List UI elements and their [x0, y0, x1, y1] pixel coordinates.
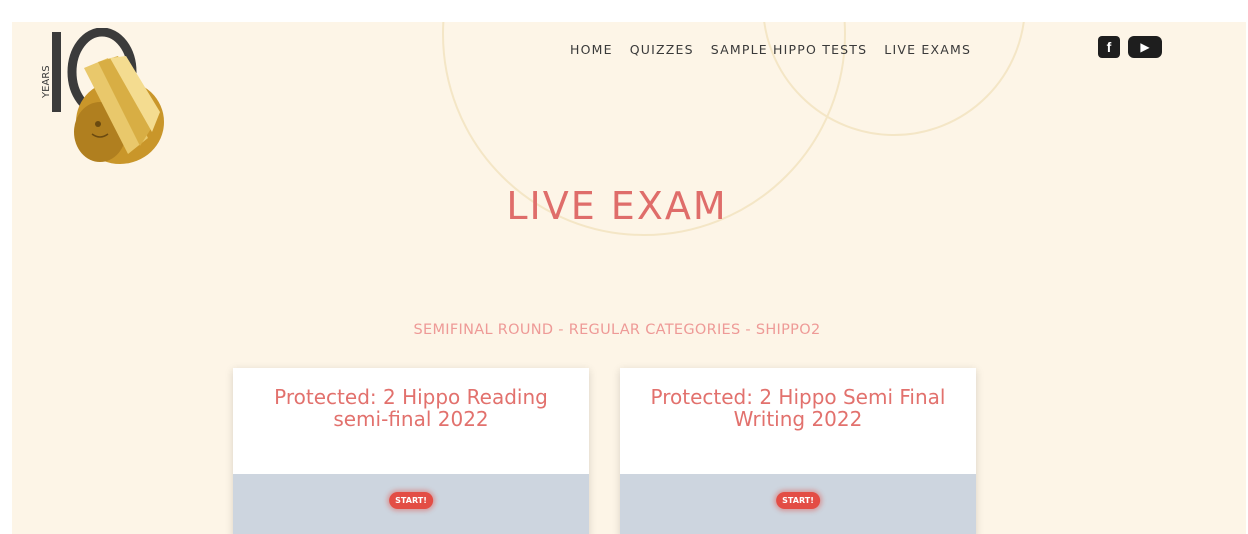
exam-card-footer: START!	[620, 474, 976, 534]
facebook-glyph: f	[1106, 39, 1112, 55]
exam-card: Protected: 2 Hippo Semi Final Writing 20…	[620, 368, 976, 534]
page-title: LIVE EXAM	[506, 184, 728, 228]
nav-live-exams[interactable]: LIVE EXAMS	[884, 42, 971, 57]
nav-sample-hippo-tests[interactable]: SAMPLE HIPPO TESTS	[711, 42, 868, 57]
facebook-icon[interactable]: f	[1098, 36, 1120, 58]
start-button[interactable]: START!	[776, 492, 820, 509]
exam-card-footer: START!	[233, 474, 589, 534]
logo-years-text: YEARS	[41, 65, 52, 99]
nav-home[interactable]: HOME	[570, 42, 613, 57]
exam-card-title[interactable]: Protected: 2 Hippo Semi Final Writing 20…	[648, 386, 948, 430]
nav-quizzes[interactable]: QUIZZES	[630, 42, 694, 57]
site-logo[interactable]: YEARS	[36, 27, 166, 168]
exam-card-title[interactable]: Protected: 2 Hippo Reading semi-final 20…	[261, 386, 561, 430]
exam-card: Protected: 2 Hippo Reading semi-final 20…	[233, 368, 589, 534]
round-label: SEMIFINAL ROUND - REGULAR CATEGORIES - S…	[413, 322, 821, 338]
logo-graphic: YEARS	[41, 27, 164, 164]
main-nav: HOME QUIZZES SAMPLE HIPPO TESTS LIVE EXA…	[570, 42, 988, 57]
start-button[interactable]: START!	[389, 492, 433, 509]
page: YEARS HOME QUIZZES SAMPLE HIPPO TESTS LI…	[12, 22, 1246, 534]
youtube-icon[interactable]: ▶	[1128, 36, 1162, 58]
social-links: f ▶	[1098, 36, 1162, 58]
youtube-glyph: ▶	[1140, 40, 1150, 54]
